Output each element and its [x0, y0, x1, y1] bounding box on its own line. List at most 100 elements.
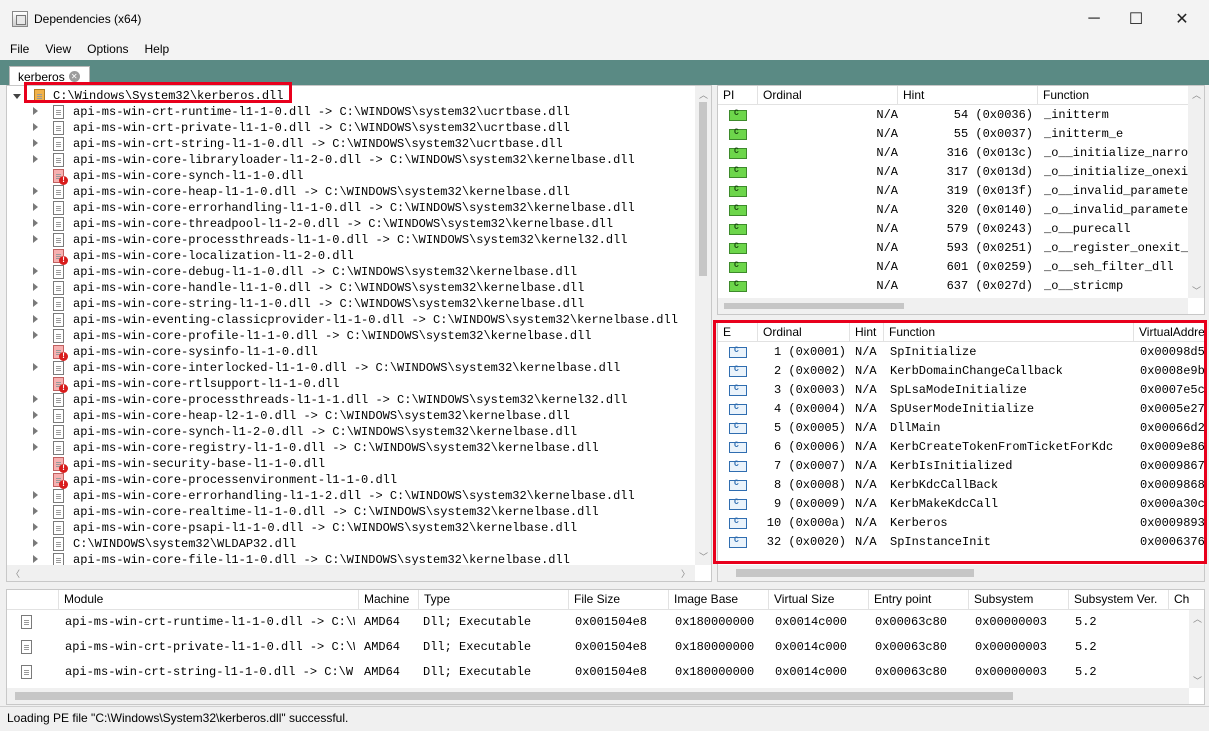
modules-scroll-thumb[interactable]	[15, 692, 1013, 700]
tree-item[interactable]: api-ms-win-core-errorhandling-l1-1-0.dll…	[7, 200, 711, 216]
expand-arrow-icon[interactable]	[33, 539, 38, 547]
export-row[interactable]: 3 (0x0003) N/A SpLsaModeInitialize 0x0007e5…	[718, 381, 1204, 400]
col-virtual-address[interactable]: VirtualAddre	[1134, 323, 1204, 342]
module-row[interactable]: api-ms-win-crt-private-l1-1-0.dll -> C:\…	[7, 635, 1204, 660]
export-row[interactable]: 1 (0x0001) N/A SpInitialize 0x00098d5	[718, 343, 1204, 362]
scroll-up-icon[interactable]: ︿	[1193, 612, 1202, 625]
tree-item[interactable]: api-ms-win-core-synch-l1-2-0.dll -> C:\W…	[7, 424, 711, 440]
expand-arrow-icon[interactable]	[33, 123, 38, 131]
tree-item[interactable]: api-ms-win-core-registry-l1-1-0.dll -> C…	[7, 440, 711, 456]
import-row[interactable]: N/A 55 (0x0037) _initterm_e	[718, 125, 1204, 144]
import-row[interactable]: N/A 54 (0x0036) _initterm	[718, 106, 1204, 125]
tree-item[interactable]: api-ms-win-core-rtlsupport-l1-1-0.dll	[7, 376, 711, 393]
tree-item[interactable]: api-ms-win-core-synch-l1-1-0.dll	[7, 168, 711, 185]
tree-item[interactable]: api-ms-win-core-threadpool-l1-2-0.dll ->…	[7, 216, 711, 232]
imports-horizontal-scrollbar[interactable]	[718, 298, 1188, 314]
tree-horizontal-scrollbar[interactable]: 〈 〉	[7, 565, 695, 581]
menu-view[interactable]: View	[39, 42, 77, 56]
import-row[interactable]: N/A 637 (0x027d) _o__stricmp	[718, 277, 1204, 296]
scroll-up-icon[interactable]: ︿	[699, 88, 708, 101]
collapse-arrow-icon[interactable]	[13, 94, 21, 99]
col-subsystem[interactable]: Subsystem	[969, 590, 1069, 609]
tree-root[interactable]: C:\Windows\System32\kerberos.dll	[7, 88, 711, 104]
tree-item[interactable]: api-ms-win-core-processthreads-l1-1-0.dl…	[7, 232, 711, 248]
import-row[interactable]: N/A 320 (0x0140) _o__invalid_paramete	[718, 201, 1204, 220]
expand-arrow-icon[interactable]	[33, 363, 38, 371]
col-hint[interactable]: Hint	[898, 86, 1038, 105]
import-row[interactable]: N/A 317 (0x013d) _o__initialize_onexi	[718, 163, 1204, 182]
col-ordinal[interactable]: Ordinal	[758, 86, 898, 105]
expand-arrow-icon[interactable]	[33, 555, 38, 563]
tree-item[interactable]: api-ms-win-core-sysinfo-l1-1-0.dll	[7, 344, 711, 361]
export-row[interactable]: 8 (0x0008) N/A KerbKdcCallBack 0x0009868	[718, 476, 1204, 495]
expand-arrow-icon[interactable]	[33, 267, 38, 275]
tree-item[interactable]: api-ms-win-core-profile-l1-1-0.dll -> C:…	[7, 328, 711, 344]
expand-arrow-icon[interactable]	[33, 315, 38, 323]
import-row[interactable]: N/A 601 (0x0259) _o__seh_filter_dll	[718, 258, 1204, 277]
imports-table[interactable]: PI Ordinal Hint Function N/A 54 (0x0036) _…	[717, 85, 1205, 315]
tree-item[interactable]: api-ms-win-core-realtime-l1-1-0.dll -> C…	[7, 504, 711, 520]
expand-arrow-icon[interactable]	[33, 507, 38, 515]
tree-item[interactable]: api-ms-win-core-processenvironment-l1-1-…	[7, 472, 711, 489]
expand-arrow-icon[interactable]	[33, 411, 38, 419]
col-hint[interactable]: Hint	[850, 323, 884, 342]
exports-horizontal-scrollbar[interactable]	[718, 565, 1204, 581]
tree-item[interactable]: api-ms-win-core-processthreads-l1-1-1.dl…	[7, 392, 711, 408]
export-row[interactable]: 6 (0x0006) N/A KerbCreateTokenFromTicketFo…	[718, 438, 1204, 457]
export-row[interactable]: 9 (0x0009) N/A KerbMakeKdcCall 0x000a30c	[718, 495, 1204, 514]
tree-item[interactable]: api-ms-win-core-localization-l1-2-0.dll	[7, 248, 711, 265]
tree-item[interactable]: api-ms-win-core-interlocked-l1-1-0.dll -…	[7, 360, 711, 376]
tree-item[interactable]: api-ms-win-core-psapi-l1-1-0.dll -> C:\W…	[7, 520, 711, 536]
col-subsystem-ver[interactable]: Subsystem Ver.	[1069, 590, 1169, 609]
dependency-tree[interactable]: C:\Windows\System32\kerberos.dll api-ms-…	[6, 85, 712, 582]
expand-arrow-icon[interactable]	[33, 395, 38, 403]
expand-arrow-icon[interactable]	[33, 283, 38, 291]
tab-close-icon[interactable]: ✕	[68, 71, 80, 82]
module-row[interactable]: api-ms-win-crt-string-l1-1-0.dll -> C:\W…	[7, 660, 1204, 685]
expand-arrow-icon[interactable]	[33, 219, 38, 227]
expand-arrow-icon[interactable]	[33, 491, 38, 499]
tree-item[interactable]: api-ms-win-core-handle-l1-1-0.dll -> C:\…	[7, 280, 711, 296]
export-row[interactable]: 7 (0x0007) N/A KerbIsInitialized 0x0009867	[718, 457, 1204, 476]
col-machine[interactable]: Machine	[359, 590, 419, 609]
export-row[interactable]: 2 (0x0002) N/A KerbDomainChangeCallback 0x0…	[718, 362, 1204, 381]
scroll-right-icon[interactable]: 〉	[681, 567, 690, 580]
expand-arrow-icon[interactable]	[33, 235, 38, 243]
expand-arrow-icon[interactable]	[33, 203, 38, 211]
col-file-size[interactable]: File Size	[569, 590, 669, 609]
expand-arrow-icon[interactable]	[33, 331, 38, 339]
modules-table[interactable]: Module Machine Type File Size Image Base…	[6, 589, 1205, 705]
tree-item[interactable]: api-ms-win-core-debug-l1-1-0.dll -> C:\W…	[7, 264, 711, 280]
expand-arrow-icon[interactable]	[33, 187, 38, 195]
expand-arrow-icon[interactable]	[33, 443, 38, 451]
tree-item[interactable]: api-ms-win-security-base-l1-1-0.dll	[7, 456, 711, 473]
export-row[interactable]: 10 (0x000a) N/A Kerberos 0x0009893	[718, 514, 1204, 533]
tree-item[interactable]: api-ms-win-crt-private-l1-1-0.dll -> C:\…	[7, 120, 711, 136]
col-ch[interactable]: Ch	[1169, 590, 1189, 609]
tree-item[interactable]: api-ms-win-core-heap-l1-1-0.dll -> C:\WI…	[7, 184, 711, 200]
export-row[interactable]: 4 (0x0004) N/A SpUserModeInitialize 0x0005e…	[718, 400, 1204, 419]
tree-item[interactable]: api-ms-win-core-libraryloader-l1-2-0.dll…	[7, 152, 711, 168]
menu-options[interactable]: Options	[81, 42, 134, 56]
scroll-left-icon[interactable]: 〈	[11, 567, 20, 580]
export-row[interactable]: 32 (0x0020) N/A SpInstanceInit 0x0006376	[718, 533, 1204, 552]
menu-file[interactable]: File	[4, 42, 35, 56]
tree-item[interactable]: api-ms-win-core-errorhandling-l1-1-2.dll…	[7, 488, 711, 504]
tree-item[interactable]: api-ms-win-crt-string-l1-1-0.dll -> C:\W…	[7, 136, 711, 152]
scroll-down-icon[interactable]: ﹀	[1193, 674, 1202, 687]
scroll-down-icon[interactable]: ﹀	[1192, 284, 1201, 297]
export-row[interactable]: 5 (0x0005) N/A DllMain 0x00066d2	[718, 419, 1204, 438]
expand-arrow-icon[interactable]	[33, 107, 38, 115]
import-row[interactable]: N/A 316 (0x013c) _o__initialize_narro	[718, 144, 1204, 163]
tree-scroll-thumb[interactable]	[699, 102, 707, 276]
scroll-up-icon[interactable]: ︿	[1192, 88, 1201, 101]
modules-vertical-scrollbar[interactable]: ︿ ﹀	[1189, 610, 1204, 688]
tree-item[interactable]: api-ms-win-core-heap-l2-1-0.dll -> C:\WI…	[7, 408, 711, 424]
maximize-button[interactable]: ☐	[1113, 0, 1159, 38]
modules-horizontal-scrollbar[interactable]	[7, 688, 1189, 704]
close-button[interactable]: ✕	[1159, 0, 1205, 38]
import-row[interactable]: N/A 593 (0x0251) _o__register_onexit_	[718, 239, 1204, 258]
expand-arrow-icon[interactable]	[33, 523, 38, 531]
import-row[interactable]: N/A 579 (0x0243) _o__purecall	[718, 220, 1204, 239]
col-virtual-size[interactable]: Virtual Size	[769, 590, 869, 609]
